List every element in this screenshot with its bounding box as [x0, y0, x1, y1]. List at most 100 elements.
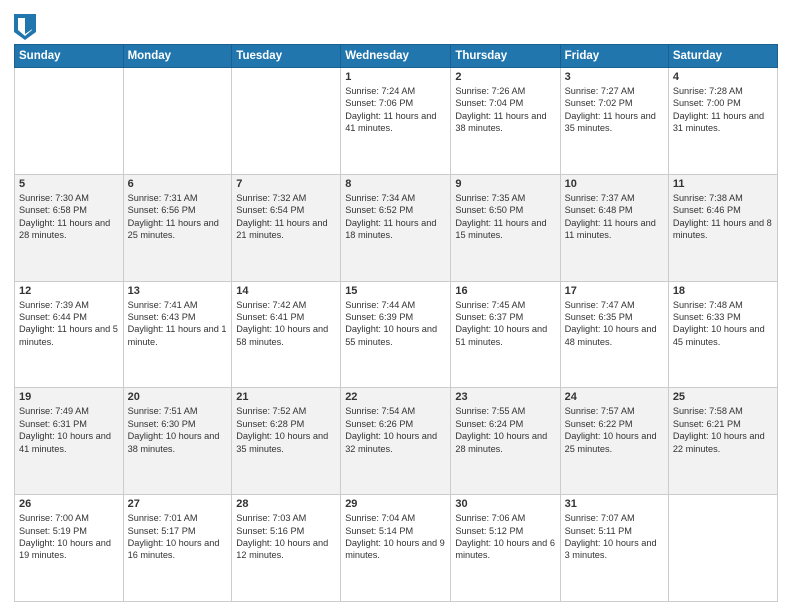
day-number: 9	[455, 178, 555, 190]
calendar-table: SundayMondayTuesdayWednesdayThursdayFrid…	[14, 44, 778, 602]
day-number: 8	[345, 178, 446, 190]
calendar-cell: 1 Sunrise: 7:24 AM Sunset: 7:06 PM Daylig…	[341, 68, 451, 175]
calendar-cell: 31 Sunrise: 7:07 AM Sunset: 5:11 PM Dayli…	[560, 495, 668, 602]
day-number: 23	[455, 391, 555, 403]
cell-info: Sunrise: 7:31 AM Sunset: 6:56 PM Dayligh…	[128, 192, 228, 242]
cell-info: Sunrise: 7:55 AM Sunset: 6:24 PM Dayligh…	[455, 405, 555, 455]
cell-info: Sunrise: 7:30 AM Sunset: 6:58 PM Dayligh…	[19, 192, 119, 242]
calendar-cell	[232, 68, 341, 175]
week-row-4: 19 Sunrise: 7:49 AM Sunset: 6:31 PM Dayli…	[15, 388, 778, 495]
cell-info: Sunrise: 7:32 AM Sunset: 6:54 PM Dayligh…	[236, 192, 336, 242]
calendar-cell: 28 Sunrise: 7:03 AM Sunset: 5:16 PM Dayli…	[232, 495, 341, 602]
day-number: 12	[19, 285, 119, 297]
day-number: 28	[236, 498, 336, 510]
calendar-cell: 13Sunrise: 7:41 AM Sunset: 6:43 PM Dayli…	[123, 281, 232, 388]
calendar-cell	[123, 68, 232, 175]
calendar-cell	[15, 68, 124, 175]
day-number: 4	[673, 71, 773, 83]
day-number: 25	[673, 391, 773, 403]
day-number: 10	[565, 178, 664, 190]
week-row-2: 5 Sunrise: 7:30 AM Sunset: 6:58 PM Daylig…	[15, 174, 778, 281]
calendar-cell: 5 Sunrise: 7:30 AM Sunset: 6:58 PM Daylig…	[15, 174, 124, 281]
week-row-3: 12 Sunrise: 7:39 AM Sunset: 6:44 PM Dayli…	[15, 281, 778, 388]
day-number: 19	[19, 391, 119, 403]
logo	[14, 14, 39, 40]
header	[14, 10, 778, 40]
cell-info: Sunrise: 7:52 AM Sunset: 6:28 PM Dayligh…	[236, 405, 336, 455]
calendar-cell: 16Sunrise: 7:45 AM Sunset: 6:37 PM Dayli…	[451, 281, 560, 388]
cell-info: Sunrise: 7:34 AM Sunset: 6:52 PM Dayligh…	[345, 192, 446, 242]
calendar-cell: 27 Sunrise: 7:01 AM Sunset: 5:17 PM Dayli…	[123, 495, 232, 602]
day-number: 13	[128, 285, 228, 297]
cell-info: Sunrise: 7:00 AM Sunset: 5:19 PM Dayligh…	[19, 512, 119, 562]
calendar-cell: 24 Sunrise: 7:57 AM Sunset: 6:22 PM Dayli…	[560, 388, 668, 495]
day-number: 24	[565, 391, 664, 403]
cell-info: Sunrise: 7:37 AM Sunset: 6:48 PM Dayligh…	[565, 192, 664, 242]
calendar-cell: 20 Sunrise: 7:51 AM Sunset: 6:30 PM Dayli…	[123, 388, 232, 495]
calendar-cell	[668, 495, 777, 602]
day-number: 31	[565, 498, 664, 510]
day-number: 20	[128, 391, 228, 403]
calendar-cell: 8 Sunrise: 7:34 AM Sunset: 6:52 PM Daylig…	[341, 174, 451, 281]
day-number: 1	[345, 71, 446, 83]
page: SundayMondayTuesdayWednesdayThursdayFrid…	[0, 0, 792, 612]
day-number: 26	[19, 498, 119, 510]
calendar-cell: 21 Sunrise: 7:52 AM Sunset: 6:28 PM Dayli…	[232, 388, 341, 495]
calendar-cell: 9 Sunrise: 7:35 AM Sunset: 6:50 PM Daylig…	[451, 174, 560, 281]
logo-icon	[14, 14, 36, 40]
cell-info: Sunrise: 7:04 AM Sunset: 5:14 PM Dayligh…	[345, 512, 446, 562]
cell-info: Sunrise: 7:26 AM Sunset: 7:04 PM Dayligh…	[455, 85, 555, 135]
calendar-cell: 11 Sunrise: 7:38 AM Sunset: 6:46 PM Dayli…	[668, 174, 777, 281]
calendar-cell: 6Sunrise: 7:31 AM Sunset: 6:56 PM Daylig…	[123, 174, 232, 281]
day-number: 15	[345, 285, 446, 297]
calendar-cell: 23 Sunrise: 7:55 AM Sunset: 6:24 PM Dayli…	[451, 388, 560, 495]
calendar-cell: 7 Sunrise: 7:32 AM Sunset: 6:54 PM Daylig…	[232, 174, 341, 281]
cell-info: Sunrise: 7:24 AM Sunset: 7:06 PM Dayligh…	[345, 85, 446, 135]
day-number: 16	[455, 285, 555, 297]
calendar-cell: 30Sunrise: 7:06 AM Sunset: 5:12 PM Dayli…	[451, 495, 560, 602]
day-number: 30	[455, 498, 555, 510]
day-number: 27	[128, 498, 228, 510]
calendar-cell: 10 Sunrise: 7:37 AM Sunset: 6:48 PM Dayli…	[560, 174, 668, 281]
cell-info: Sunrise: 7:03 AM Sunset: 5:16 PM Dayligh…	[236, 512, 336, 562]
cell-info: Sunrise: 7:07 AM Sunset: 5:11 PM Dayligh…	[565, 512, 664, 562]
calendar-cell: 14 Sunrise: 7:42 AM Sunset: 6:41 PM Dayli…	[232, 281, 341, 388]
day-number: 17	[565, 285, 664, 297]
day-number: 21	[236, 391, 336, 403]
day-number: 3	[565, 71, 664, 83]
calendar-cell: 2 Sunrise: 7:26 AM Sunset: 7:04 PM Daylig…	[451, 68, 560, 175]
calendar-cell: 15 Sunrise: 7:44 AM Sunset: 6:39 PM Dayli…	[341, 281, 451, 388]
day-number: 11	[673, 178, 773, 190]
cell-info: Sunrise: 7:38 AM Sunset: 6:46 PM Dayligh…	[673, 192, 773, 242]
cell-info: Sunrise: 7:44 AM Sunset: 6:39 PM Dayligh…	[345, 299, 446, 349]
cell-info: Sunrise: 7:35 AM Sunset: 6:50 PM Dayligh…	[455, 192, 555, 242]
calendar-cell: 19 Sunrise: 7:49 AM Sunset: 6:31 PM Dayli…	[15, 388, 124, 495]
weekday-header-tuesday: Tuesday	[232, 45, 341, 68]
cell-info: Sunrise: 7:48 AM Sunset: 6:33 PM Dayligh…	[673, 299, 773, 349]
day-number: 5	[19, 178, 119, 190]
cell-info: Sunrise: 7:42 AM Sunset: 6:41 PM Dayligh…	[236, 299, 336, 349]
calendar-cell: 17 Sunrise: 7:47 AM Sunset: 6:35 PM Dayli…	[560, 281, 668, 388]
weekday-header-sunday: Sunday	[15, 45, 124, 68]
day-number: 22	[345, 391, 446, 403]
weekday-header-saturday: Saturday	[668, 45, 777, 68]
cell-info: Sunrise: 7:47 AM Sunset: 6:35 PM Dayligh…	[565, 299, 664, 349]
cell-info: Sunrise: 7:54 AM Sunset: 6:26 PM Dayligh…	[345, 405, 446, 455]
day-number: 14	[236, 285, 336, 297]
cell-info: Sunrise: 7:27 AM Sunset: 7:02 PM Dayligh…	[565, 85, 664, 135]
weekday-header-wednesday: Wednesday	[341, 45, 451, 68]
calendar-cell: 4 Sunrise: 7:28 AM Sunset: 7:00 PM Daylig…	[668, 68, 777, 175]
day-number: 18	[673, 285, 773, 297]
cell-info: Sunrise: 7:39 AM Sunset: 6:44 PM Dayligh…	[19, 299, 119, 349]
cell-info: Sunrise: 7:49 AM Sunset: 6:31 PM Dayligh…	[19, 405, 119, 455]
cell-info: Sunrise: 7:58 AM Sunset: 6:21 PM Dayligh…	[673, 405, 773, 455]
cell-info: Sunrise: 7:01 AM Sunset: 5:17 PM Dayligh…	[128, 512, 228, 562]
weekday-header-thursday: Thursday	[451, 45, 560, 68]
calendar-cell: 26 Sunrise: 7:00 AM Sunset: 5:19 PM Dayli…	[15, 495, 124, 602]
cell-info: Sunrise: 7:51 AM Sunset: 6:30 PM Dayligh…	[128, 405, 228, 455]
day-number: 2	[455, 71, 555, 83]
cell-info: Sunrise: 7:28 AM Sunset: 7:00 PM Dayligh…	[673, 85, 773, 135]
day-number: 7	[236, 178, 336, 190]
calendar-cell: 3 Sunrise: 7:27 AM Sunset: 7:02 PM Daylig…	[560, 68, 668, 175]
cell-info: Sunrise: 7:57 AM Sunset: 6:22 PM Dayligh…	[565, 405, 664, 455]
